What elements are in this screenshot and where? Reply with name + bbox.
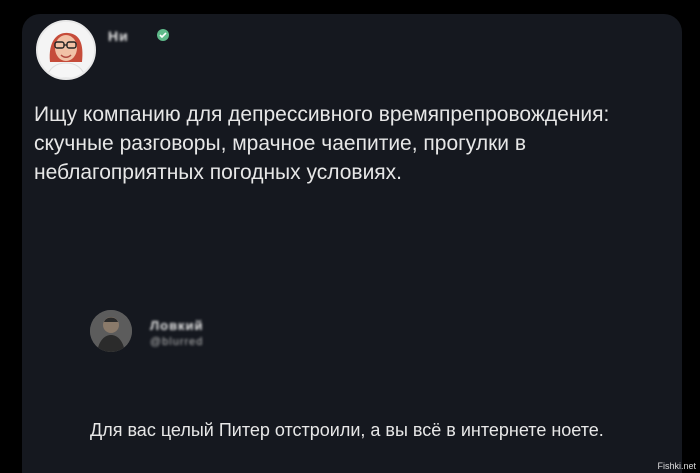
person-avatar-icon xyxy=(90,310,132,352)
post-card: Ни Ищу компанию для депрессивного времяп… xyxy=(22,14,682,473)
reply-author-handle[interactable]: @blurred xyxy=(150,336,203,348)
verified-icon xyxy=(157,29,169,41)
reply-text: Для вас целый Питер отстроили, а вы всё … xyxy=(90,420,604,440)
reply-author-avatar[interactable] xyxy=(90,310,132,352)
person-avatar-icon xyxy=(38,22,94,78)
watermark: Fishki.net xyxy=(657,461,696,471)
screenshot: Ни Ищу компанию для депрессивного времяп… xyxy=(0,0,700,473)
reply-author-name[interactable]: Ловкий xyxy=(150,318,204,333)
author-avatar[interactable] xyxy=(36,20,96,80)
author-name[interactable]: Ни xyxy=(108,28,129,44)
post-text: Ищу компанию для депрессивного времяпреп… xyxy=(34,103,610,184)
